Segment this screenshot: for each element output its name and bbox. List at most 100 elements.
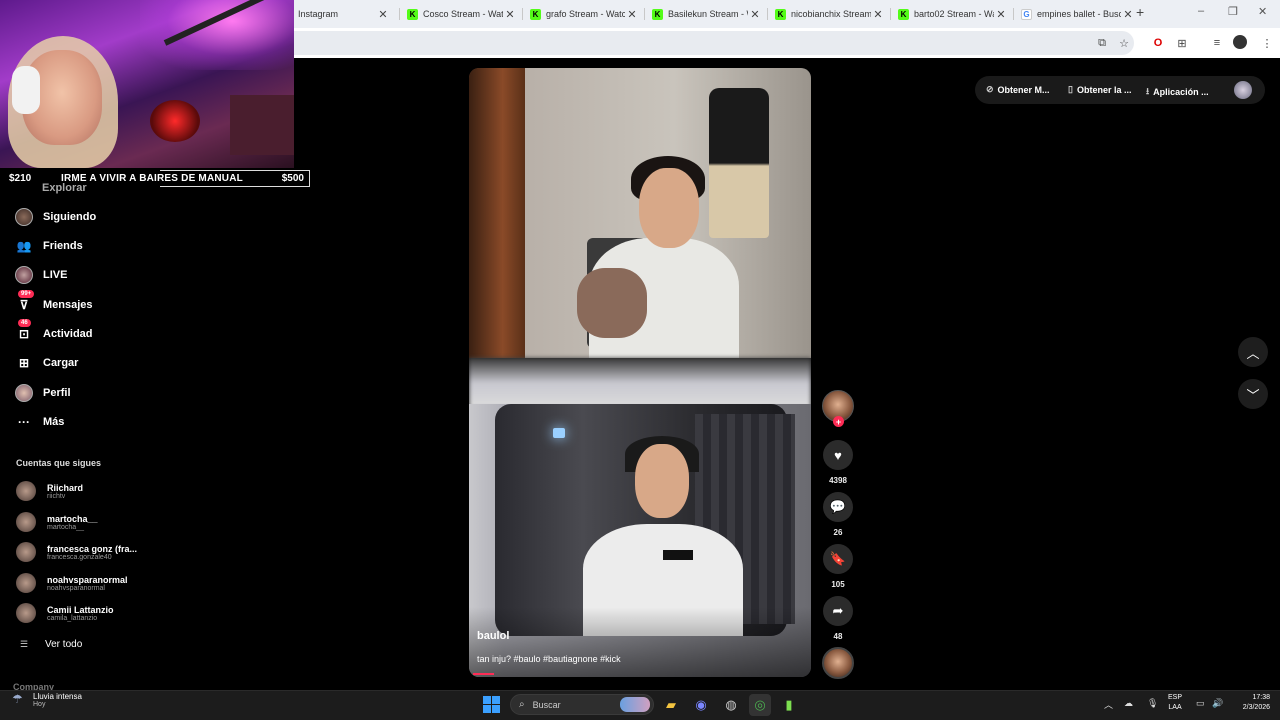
friends-icon: 👥 bbox=[16, 239, 32, 253]
see-all-button[interactable]: ☰ Ver todo bbox=[20, 639, 82, 650]
clock[interactable]: 17:38 2/3/2026 bbox=[1230, 693, 1270, 713]
new-tab-button[interactable]: + bbox=[1136, 4, 1144, 20]
save-count: 105 bbox=[831, 580, 845, 589]
tab-close-icon[interactable]: ✕ bbox=[748, 8, 762, 21]
comment-button[interactable]: 💬 bbox=[823, 492, 853, 522]
sidebar-item-live[interactable]: LIVE bbox=[14, 265, 67, 285]
notification-badge: 99+ bbox=[18, 290, 35, 298]
extensions-icon[interactable]: ⊞ bbox=[1174, 35, 1190, 51]
mic-icon[interactable]: 🎙 bbox=[1147, 698, 1158, 709]
address-bar[interactable] bbox=[294, 31, 1134, 55]
previous-video-button[interactable]: ︿ bbox=[1238, 337, 1268, 367]
video-person-top-face bbox=[639, 168, 699, 248]
get-app-label: Obtener la ... bbox=[1076, 84, 1132, 95]
sidebar-item-perfil[interactable]: Perfil bbox=[14, 383, 71, 403]
followed-account[interactable]: noahvsparanormal noahvsparanormal bbox=[16, 573, 128, 593]
video-author[interactable]: baulol bbox=[477, 630, 509, 642]
video-top-frame bbox=[469, 68, 811, 358]
file-explorer-icon[interactable]: ▰ bbox=[660, 694, 682, 716]
followed-account[interactable]: francesca gonz (fra... francesca.gonzale4… bbox=[16, 542, 137, 562]
google-favicon-icon: G bbox=[1021, 8, 1032, 20]
sidebar-item-mensajes[interactable]: ⊽ 99+ Mensajes bbox=[14, 290, 93, 315]
tab-close-icon[interactable]: ✕ bbox=[376, 8, 390, 21]
obs-icon[interactable]: ◍ bbox=[720, 694, 742, 716]
video-blue-light bbox=[553, 428, 565, 438]
upload-icon: ⊞ bbox=[18, 356, 30, 370]
sidebar-item-cargar[interactable]: ⊞ Cargar bbox=[14, 353, 79, 373]
tab-title: barto02 Stream - Wat bbox=[914, 9, 994, 19]
browser-menu-icon[interactable]: ⋮ bbox=[1259, 35, 1275, 51]
language-indicator[interactable]: ESP LAA bbox=[1168, 693, 1182, 713]
share-button[interactable]: ➦ bbox=[823, 596, 853, 626]
desktop-app-button[interactable]: ⭳ Aplicación ... bbox=[1146, 84, 1209, 100]
weather-text: Lluvia intensa Hoy bbox=[33, 692, 82, 708]
minimize-button[interactable]: – bbox=[1198, 5, 1204, 17]
video-progress-bar[interactable] bbox=[473, 673, 494, 675]
app-icon[interactable]: ▮ bbox=[778, 694, 800, 716]
browser-tab[interactable]: Kbarto02 Stream - Wat ✕ bbox=[894, 4, 1008, 24]
account-handle: noahvsparanormal bbox=[47, 584, 105, 592]
next-video-button[interactable]: ﹀ bbox=[1238, 379, 1268, 409]
start-button[interactable] bbox=[483, 696, 500, 713]
follow-plus-button[interactable]: + bbox=[833, 416, 844, 427]
sidebar-item-ms[interactable]: ··· Más bbox=[14, 412, 64, 432]
coin-icon: ⊘ bbox=[986, 84, 994, 94]
tab-close-icon[interactable]: ✕ bbox=[994, 8, 1008, 21]
opera-extension-icon[interactable]: O bbox=[1150, 35, 1166, 51]
account-handle: riichtv bbox=[47, 492, 66, 500]
chrome-icon[interactable]: ◎ bbox=[749, 694, 771, 716]
volume-icon[interactable]: 🔊 bbox=[1212, 698, 1223, 709]
tab-close-icon[interactable]: ✕ bbox=[625, 8, 639, 21]
webcam-light-glow bbox=[140, 0, 294, 70]
tab-close-icon[interactable]: ✕ bbox=[871, 8, 885, 21]
sound-disc-avatar[interactable] bbox=[822, 647, 854, 679]
video-blur-divider bbox=[469, 358, 811, 408]
activity-icon: ⊡ 46 bbox=[18, 319, 31, 341]
browser-tab[interactable]: Kgrafo Stream - Watch ✕ bbox=[526, 4, 639, 24]
install-app-icon[interactable]: ⧉ bbox=[1094, 35, 1110, 51]
browser-tab[interactable]: K Cosco Stream - Watch✕ bbox=[403, 4, 517, 24]
comment-count: 26 bbox=[833, 528, 843, 537]
followed-account[interactable]: martocha__ martocha__ bbox=[16, 512, 98, 532]
tab-separator bbox=[522, 8, 523, 20]
tab-close-icon[interactable]: ✕ bbox=[1121, 8, 1135, 21]
sidebar-item-siguiendo[interactable]: Siguiendo bbox=[14, 207, 96, 227]
video-bottom-room bbox=[495, 404, 795, 636]
goal-text: IRME A VIVIR A BAIRES DE MANUAL bbox=[61, 173, 243, 184]
get-coins-button[interactable]: ⊘ Obtener M... bbox=[986, 84, 1050, 95]
avatar-circle bbox=[15, 384, 33, 402]
followed-account[interactable]: Riichard riichtv bbox=[16, 481, 83, 501]
network-icon[interactable]: ▭ bbox=[1196, 698, 1205, 709]
tray-overflow-icon[interactable]: ︿ bbox=[1104, 698, 1113, 711]
sidebar-item-label: Friends bbox=[43, 240, 83, 252]
sidebar-item-friends[interactable]: 👥 Friends bbox=[14, 236, 83, 256]
browser-tab[interactable]: Instagram ✕ bbox=[294, 4, 390, 24]
video-player[interactable]: baulol tan inju? #baulo #bautiagnone #ki… bbox=[469, 68, 811, 677]
account-avatar bbox=[16, 603, 36, 623]
account-name: Riichard bbox=[47, 482, 84, 493]
browser-tab[interactable]: Knicobianchix Stream ✕ bbox=[771, 4, 885, 24]
taskbar-search[interactable]: ⌕ Buscar bbox=[510, 694, 654, 715]
weather-widget[interactable]: ☂ Lluvia intensa Hoy bbox=[12, 692, 82, 708]
get-app-button[interactable]: ▯ Obtener la ... bbox=[1068, 84, 1131, 95]
bookmark-star-icon[interactable]: ☆ bbox=[1116, 35, 1132, 51]
browser-tab[interactable]: K Basilekun Stream - W ✕ bbox=[648, 4, 762, 24]
browser-toolbar bbox=[294, 28, 1280, 58]
browser-tab[interactable]: Gempines ballet - Busc ✕ bbox=[1017, 4, 1135, 24]
save-button[interactable]: 🔖 bbox=[823, 544, 853, 574]
browser-profile-icon[interactable] bbox=[1233, 35, 1247, 49]
video-person-bottom-face bbox=[635, 444, 689, 518]
close-window-button[interactable]: ✕ bbox=[1258, 5, 1267, 18]
like-button[interactable]: ♥ bbox=[823, 440, 853, 470]
media-controls-icon[interactable]: ≡ bbox=[1209, 35, 1225, 51]
discord-icon[interactable]: ◉ bbox=[690, 694, 712, 716]
tab-title: empines ballet - Busc bbox=[1037, 9, 1121, 19]
profile-avatar-icon bbox=[14, 383, 34, 403]
sidebar-item-actividad[interactable]: ⊡ 46 Actividad bbox=[14, 319, 93, 344]
headset bbox=[12, 66, 40, 114]
tab-close-icon[interactable]: ✕ bbox=[503, 8, 517, 21]
followed-account[interactable]: Camii Lattanzio camila_lattanzio bbox=[16, 603, 114, 623]
maximize-button[interactable]: ❐ bbox=[1228, 5, 1238, 18]
user-avatar[interactable] bbox=[1234, 81, 1252, 99]
onedrive-icon[interactable]: ☁ bbox=[1124, 698, 1133, 709]
